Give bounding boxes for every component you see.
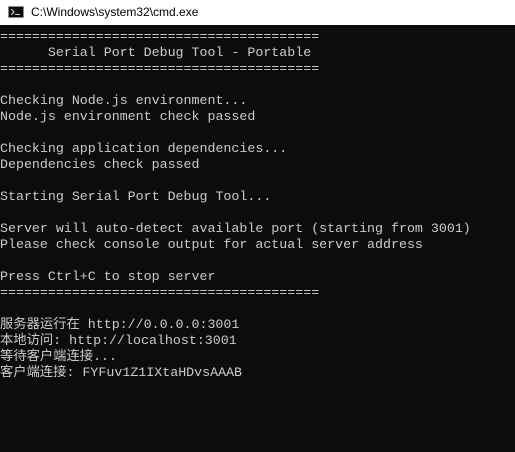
console-output[interactable]: ========================================… — [0, 25, 515, 452]
console-line: Server will auto-detect available port (… — [0, 221, 471, 236]
prompt-glyph-icon — [11, 9, 20, 15]
console-line: Please check console output for actual s… — [0, 237, 423, 252]
console-line: Node.js environment check passed — [0, 109, 256, 124]
console-line: Starting Serial Port Debug Tool... — [0, 189, 272, 204]
console-line: 本地访问: http://localhost:3001 — [0, 333, 237, 348]
console-line: Dependencies check passed — [0, 157, 200, 172]
console-line: 等待客户端连接... — [0, 349, 118, 364]
console-line: Checking Node.js environment... — [0, 93, 248, 108]
cmd-icon[interactable] — [8, 6, 24, 18]
console-line: ======================================== — [0, 285, 320, 300]
console-line: Serial Port Debug Tool - Portable — [0, 45, 312, 60]
console-line: 客户端连接: FYFuv1Z1IXtaHDvsAAAB — [0, 365, 243, 380]
console-line: Checking application dependencies... — [0, 141, 288, 156]
title-bar[interactable]: C:\Windows\system32\cmd.exe — [0, 0, 515, 25]
window-title: C:\Windows\system32\cmd.exe — [31, 5, 199, 19]
console-line: 服务器运行在 http://0.0.0.0:3001 — [0, 317, 240, 332]
console-line: ======================================== — [0, 29, 320, 44]
console-line: ======================================== — [0, 61, 320, 76]
console-line: Press Ctrl+C to stop server — [0, 269, 216, 284]
cmd-window: C:\Windows\system32\cmd.exe ============… — [0, 0, 515, 452]
